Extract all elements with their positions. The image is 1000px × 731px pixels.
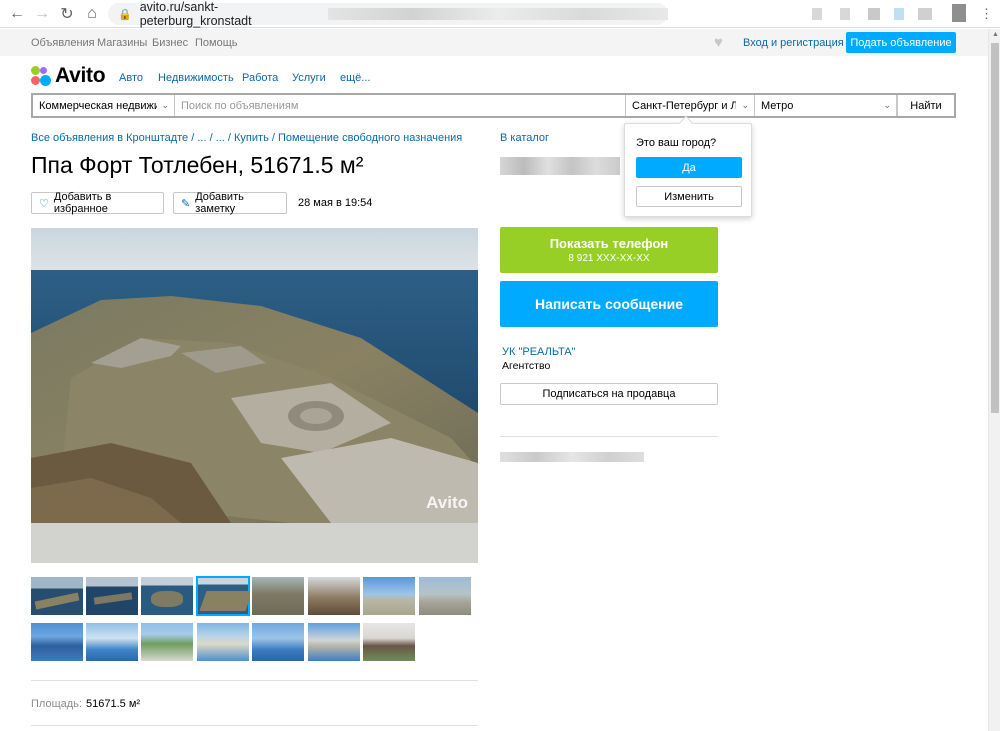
seller-type: Агентство <box>502 360 551 372</box>
category-auto[interactable]: Авто <box>119 72 143 84</box>
address-redacted <box>500 452 644 462</box>
thumbnail[interactable] <box>197 623 249 661</box>
back-icon[interactable]: ← <box>5 2 29 26</box>
login-link[interactable]: Вход и регистрация <box>743 37 844 49</box>
search-find-button[interactable]: Найти <box>897 95 954 116</box>
search-placeholder: Поиск по объявлениям <box>181 99 299 112</box>
browser-toolbar: ← → ↻ ⌂ 🔒 avito.ru/sankt-peterburg_krons… <box>0 0 1000 28</box>
thumbnail[interactable] <box>252 623 304 661</box>
divider <box>500 436 718 437</box>
seller-name-link[interactable]: УК "РЕАЛЬТА" <box>502 346 576 358</box>
divider <box>31 725 478 726</box>
city-change-button[interactable]: Изменить <box>636 186 742 207</box>
category-services[interactable]: Услуги <box>292 72 326 84</box>
reload-icon[interactable]: ↻ <box>55 2 79 26</box>
area-value: 51671.5 м² <box>86 698 141 710</box>
thumbnail[interactable] <box>363 577 415 615</box>
search-input[interactable]: Поиск по объявлениям <box>175 95 626 116</box>
toplink-help[interactable]: Помощь <box>195 37 238 49</box>
category-realty[interactable]: Недвижимость <box>158 72 234 84</box>
url-redacted <box>328 8 668 20</box>
divider <box>31 680 478 681</box>
price-redacted <box>500 157 620 175</box>
toplink-business[interactable]: Бизнес <box>152 37 188 49</box>
category-select-value: Коммерческая недвижимость <box>39 99 157 112</box>
avito-logo[interactable]: Avito <box>31 64 106 88</box>
main-photo[interactable]: Avito <box>31 228 478 563</box>
note-icon: ✎ <box>181 197 191 210</box>
thumbnail[interactable] <box>308 623 360 661</box>
city-confirm-popup: Это ваш город? Да Изменить <box>624 115 752 217</box>
scroll-up-icon[interactable]: ▲ <box>992 31 999 38</box>
publish-date: 28 мая в 19:54 <box>298 197 373 209</box>
post-ad-button[interactable]: Подать объявление <box>846 32 956 53</box>
search-bar: Коммерческая недвижимость ⌄ Поиск по объ… <box>31 93 956 118</box>
scrollbar-thumb[interactable] <box>991 43 999 413</box>
toplink-shops[interactable]: Магазины <box>97 37 147 49</box>
show-phone-button[interactable]: Показать телефон 8 921 XXX-XX-XX <box>500 227 718 273</box>
thumbnail[interactable] <box>31 577 83 615</box>
popup-arrow <box>678 115 694 131</box>
page-scrollbar[interactable]: ▲ <box>988 29 1000 731</box>
home-icon[interactable]: ⌂ <box>80 2 104 26</box>
city-question: Это ваш город? <box>636 137 717 149</box>
logo-text: Avito <box>55 64 106 87</box>
chevron-down-icon: ⌄ <box>883 100 891 110</box>
logo-dots-icon <box>31 66 51 86</box>
thumbnail-selected[interactable] <box>196 576 250 616</box>
extension-icon[interactable] <box>868 8 880 20</box>
address-bar[interactable]: 🔒 avito.ru/sankt-peterburg_kronstadt <box>108 0 668 28</box>
add-favorite-button[interactable]: ♡ Добавить в избранное <box>31 191 164 215</box>
thumbnail[interactable] <box>363 623 415 661</box>
menu-icon[interactable]: ⋮ <box>980 6 993 22</box>
thumbnail[interactable] <box>419 577 471 615</box>
category-select[interactable]: Коммерческая недвижимость ⌄ <box>33 95 175 116</box>
category-more[interactable]: ещё... <box>340 72 370 84</box>
site-topbar: Объявления Магазины Бизнес Помощь ♥ Вход… <box>0 29 988 56</box>
metro-select[interactable]: Метро ⌄ <box>755 95 897 116</box>
thumbnail[interactable] <box>141 577 193 615</box>
photo-watermark: Avito <box>426 493 468 512</box>
chevron-down-icon: ⌄ <box>161 100 169 110</box>
thumbnail[interactable] <box>86 577 138 615</box>
thumbnail[interactable] <box>141 623 193 661</box>
extension-icon[interactable] <box>812 8 822 20</box>
add-favorite-label: Добавить в избранное <box>53 191 112 215</box>
heart-outline-icon: ♡ <box>39 197 49 210</box>
area-label: Площадь: <box>31 698 82 710</box>
thumbnail[interactable] <box>308 577 360 615</box>
city-select[interactable]: Санкт-Петербург и Ленинградская область … <box>626 95 755 116</box>
extension-icon[interactable] <box>894 8 904 20</box>
toplink-ads[interactable]: Объявления <box>31 37 95 49</box>
favorites-heart-icon[interactable]: ♥ <box>714 34 723 51</box>
category-jobs[interactable]: Работа <box>242 72 278 84</box>
city-select-value: Санкт-Петербург и Ленинградская область <box>632 99 736 112</box>
extension-icon[interactable] <box>918 8 932 20</box>
city-yes-button[interactable]: Да <box>636 157 742 178</box>
fort-aerial-image <box>31 228 478 563</box>
extension-icon[interactable] <box>840 8 850 20</box>
phone-masked: 8 921 XXX-XX-XX <box>568 253 650 264</box>
chevron-down-icon: ⌄ <box>741 100 749 110</box>
profile-avatar[interactable] <box>952 4 966 22</box>
thumbnail[interactable] <box>86 623 138 661</box>
write-message-button[interactable]: Написать сообщение <box>500 281 718 327</box>
forward-icon[interactable]: → <box>30 2 54 26</box>
page-title: Ппа Форт Тотлебен, 51671.5 м² <box>31 152 364 178</box>
metro-select-value: Метро <box>761 99 794 112</box>
thumbnail[interactable] <box>252 577 304 615</box>
breadcrumb[interactable]: Все объявления в Кронштадте / ... / ... … <box>31 132 462 144</box>
add-note-label: Добавить заметку <box>195 191 244 215</box>
url-text: avito.ru/sankt-peterburg_kronstadt <box>139 0 252 28</box>
subscribe-seller-button[interactable]: Подписаться на продавца <box>500 383 718 405</box>
add-note-button[interactable]: ✎ Добавить заметку <box>173 191 287 215</box>
catalog-link[interactable]: В каталог <box>500 132 549 144</box>
show-phone-label: Показать телефон <box>549 236 669 251</box>
thumbnail[interactable] <box>31 623 83 661</box>
lock-icon: 🔒 <box>118 8 132 21</box>
